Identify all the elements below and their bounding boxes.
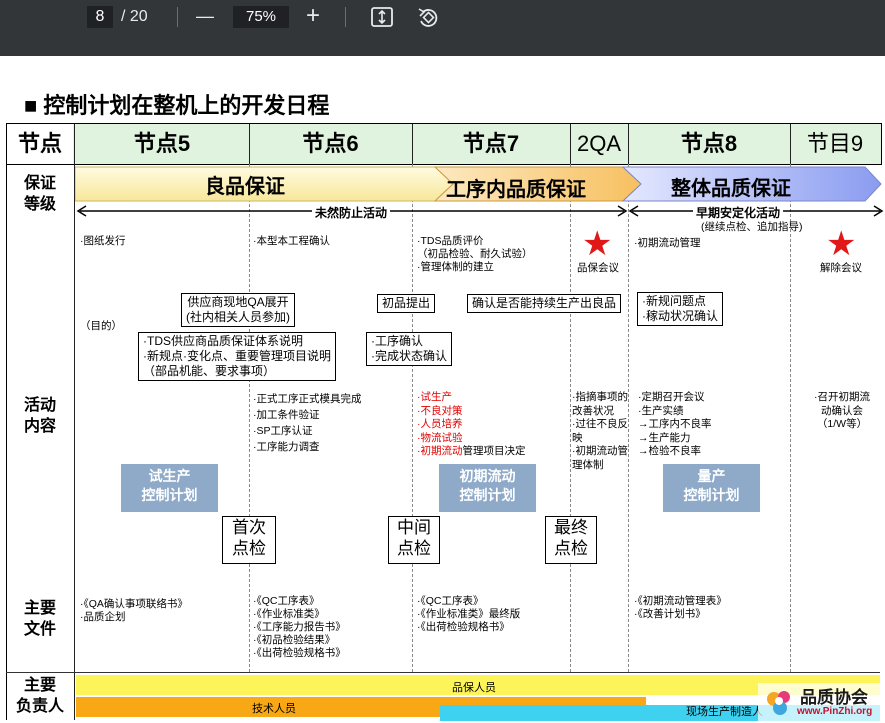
page-number-input[interactable]: 8 xyxy=(87,6,113,28)
header-divider xyxy=(628,124,629,164)
prevent-activity-label: 未然防止活动 xyxy=(312,204,391,221)
column-guide xyxy=(628,164,629,672)
pdf-toolbar: 8 / 20 — 75% + xyxy=(0,0,885,56)
row-label-activity: 活动 内容 xyxy=(23,397,56,435)
confirm-good-box: 确认是否能持续生产出良品 xyxy=(467,294,622,313)
fit-page-icon[interactable] xyxy=(371,7,393,27)
page-title: ■ 控制计划在整机上的开发日程 xyxy=(24,93,330,118)
activity-c3-top-3: ·管理体制的建立 xyxy=(417,261,494,273)
zoom-in-button[interactable]: + xyxy=(306,2,320,30)
zoom-level-input[interactable]: 75% xyxy=(233,6,289,28)
activity-c2-mid: ·正式工序正式模具完成 ·加工条件验证 ·SP工序认证 ·工序能力调查 xyxy=(253,393,362,453)
rotate-icon[interactable] xyxy=(416,6,440,28)
activity-c6-mid: ·召开初期流 动确认会 （1/W等） xyxy=(814,391,870,430)
header-divider xyxy=(412,124,413,164)
header-node-6: 节点6 xyxy=(302,131,359,156)
header-node-2qa: 2QA xyxy=(576,131,622,156)
owner-qa-label: 品保人员 xyxy=(452,682,496,694)
star-icon: ★ xyxy=(582,225,613,263)
column-guide xyxy=(570,164,571,672)
row-label-assurance: 保证 等级 xyxy=(23,175,56,213)
column-guide xyxy=(249,164,250,672)
activity-c5-mid: ·定期召开会议 ·生产实绩 →工序内不良率 →生产能力 →检验不良率 xyxy=(638,391,712,457)
supplier-qa-box: 供应商现地QA展开 (社内相关人员参加) xyxy=(181,293,295,327)
first-submit-box: 初品提出 xyxy=(377,294,436,313)
owner-field-label: 现场生产制造人 xyxy=(686,706,763,718)
activity-c5-top: ·初期流动管理 xyxy=(634,237,701,249)
toolbar-divider xyxy=(345,7,346,27)
release-meeting-label: 解除会议 xyxy=(820,262,862,274)
header-node-8: 节点8 xyxy=(680,131,738,156)
documents-c2: ·《QC工序表》 ·《作业标准类》 ·《工序能力报告书》 ·《初品检验结果》 ·… xyxy=(253,595,346,659)
trial-control-plan: 试生产 控制计划 xyxy=(121,464,218,512)
page-total: / 20 xyxy=(121,8,148,25)
label-column-divider xyxy=(74,164,75,720)
tds-explain-box: ·TDS供应商品质保证体系说明 ·新规点·变化点、重要管理项目说明 （部品机能、… xyxy=(138,332,336,381)
column-guide xyxy=(790,164,791,672)
purpose-label: （目的） xyxy=(80,320,122,332)
middle-check: 中间 点检 xyxy=(388,516,440,564)
assurance-overall: 整体品质保证 xyxy=(671,178,791,200)
header-divider xyxy=(790,124,791,164)
header-divider xyxy=(249,124,250,164)
new-issue-box: ·新规问题点 ·稼动状况确认 xyxy=(637,292,723,326)
row-label-documents: 主要 文件 xyxy=(23,600,56,638)
initial-control-plan: 初期流动 控制计划 xyxy=(439,464,536,512)
documents-c3: ·《QC工序表》 ·《作业标准类》最终版 ·《出荷检验规格书》 xyxy=(417,595,521,633)
assurance-process: 工序内品质保证 xyxy=(446,179,586,201)
first-check: 首次 点检 xyxy=(222,516,276,564)
row-label-owner: 主要 负责人 xyxy=(15,677,64,715)
star-icon: ★ xyxy=(826,225,857,263)
qa-meeting-label: 品保会议 xyxy=(577,262,619,274)
activity-c1-top: ·图纸发行 xyxy=(80,235,126,247)
column-guide xyxy=(412,164,413,672)
watermark-logo-icon xyxy=(767,691,790,715)
final-check: 最终 点检 xyxy=(545,516,597,564)
activity-c3-top-2: （初品检验、耐久试验） xyxy=(417,248,533,260)
watermark-name: 品质协会 xyxy=(800,688,868,707)
early-activity-sub: (继续点检、追加指导) xyxy=(701,221,803,233)
mass-control-plan: 量产 控制计划 xyxy=(663,464,760,512)
watermark-url: www.PinZhi.org xyxy=(797,706,873,717)
activity-c3-mid: ·试生产 ·不良对策 ·人员培养 ·物流试验 ·初期流动管理项目决定 xyxy=(417,391,526,457)
header-node-7: 节点7 xyxy=(462,131,520,156)
activity-c2-top: ·本型本工程确认 xyxy=(253,235,330,247)
process-confirm-box: ·工序确认 ·完成状态确认 xyxy=(366,332,452,366)
zoom-out-button[interactable]: — xyxy=(196,6,214,27)
header-node-9: 节目9 xyxy=(806,131,864,156)
toolbar-divider xyxy=(177,7,178,27)
early-activity-label: 早期安定化活动 xyxy=(693,204,784,221)
owner-row-top-border xyxy=(6,672,880,673)
header-divider xyxy=(570,124,571,164)
activity-c4-mid: ·指摘事项的 改善状况 ·过往不良反 映 ·初期流动管 理体制 xyxy=(572,391,628,471)
assurance-good: 良品保证 xyxy=(205,176,285,198)
activity-c3-top-1: ·TDS品质评价 xyxy=(417,235,484,247)
documents-c5: ·《初期流动管理表》 ·《改善计划书》 xyxy=(634,595,727,620)
owner-tech-label: 技术人员 xyxy=(252,703,296,715)
documents-c1: ·《QA确认事项联络书》 ·品质企划 xyxy=(80,598,188,623)
header-divider xyxy=(74,124,75,164)
header-node-5: 节点5 xyxy=(133,131,191,156)
header-label: 节点 xyxy=(17,131,62,156)
